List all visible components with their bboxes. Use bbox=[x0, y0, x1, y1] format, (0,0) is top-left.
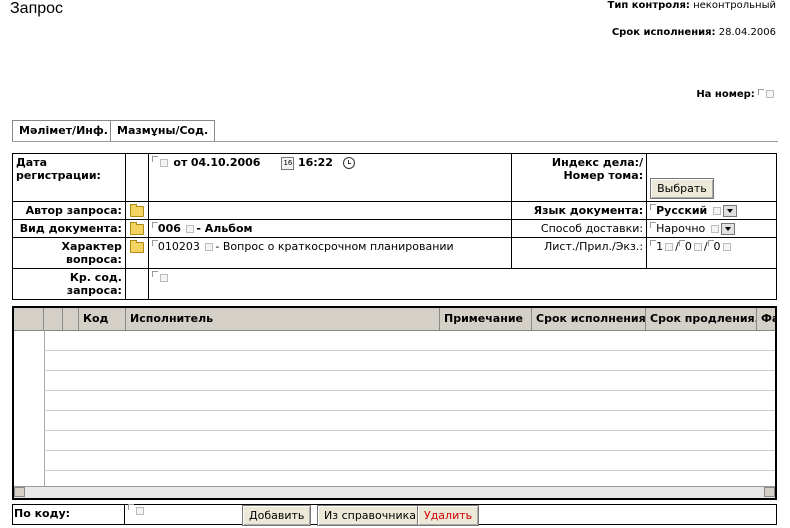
doc-lang-marker bbox=[712, 207, 721, 215]
deadline-value: 28.04.2006 bbox=[718, 27, 776, 38]
field-marker-icon bbox=[707, 240, 714, 248]
grid-col-blank bbox=[63, 308, 79, 330]
field-marker-icon bbox=[758, 89, 764, 97]
delivery-label: Способ доставки: bbox=[511, 219, 648, 238]
question-code[interactable]: 010203 bbox=[158, 240, 200, 253]
field-marker-icon bbox=[151, 240, 158, 248]
reg-date-value[interactable]: 04.10.2006 bbox=[191, 156, 261, 169]
tab-content[interactable]: Мазмұны/Сод. bbox=[110, 120, 216, 141]
sheets-v3[interactable]: 0 bbox=[714, 240, 721, 253]
row-divider bbox=[44, 450, 775, 451]
question-name: - Вопрос о краткосрочном планировании bbox=[215, 240, 454, 253]
delivery-value[interactable]: Нарочно bbox=[656, 222, 705, 235]
tab-divider bbox=[12, 141, 778, 142]
folder-icon[interactable] bbox=[129, 221, 144, 235]
summary-label: Кр. сод. запроса: bbox=[12, 268, 126, 300]
number-input[interactable] bbox=[766, 90, 774, 98]
doc-type-label: Вид документа: bbox=[12, 219, 126, 238]
delivery-marker bbox=[710, 225, 719, 233]
summary-marker bbox=[159, 274, 168, 282]
scroll-left-icon[interactable] bbox=[14, 487, 25, 497]
bottom-bar: По коду: Добавить Из справочника Удалить bbox=[12, 504, 777, 526]
grid-col-deadline[interactable]: Срок исполнения bbox=[532, 308, 646, 330]
by-code-input[interactable] bbox=[128, 504, 146, 517]
question-label: Характер вопроса: bbox=[12, 237, 126, 269]
number-label: На номер: bbox=[696, 89, 755, 100]
doc-lang-value[interactable]: Русский bbox=[656, 204, 707, 217]
doc-type-cell: 006 - Альбом bbox=[147, 219, 513, 238]
author-value[interactable] bbox=[147, 201, 513, 220]
grid-col-executor[interactable]: Исполнитель bbox=[126, 308, 440, 330]
chevron-down-icon[interactable] bbox=[720, 223, 735, 235]
control-type-value: неконтрольный bbox=[693, 0, 776, 11]
sheets-v2[interactable]: 0 bbox=[685, 240, 692, 253]
horizontal-scrollbar[interactable] bbox=[14, 486, 775, 498]
grid-col-extension[interactable]: Срок продления. bbox=[646, 308, 757, 330]
grid-col-note[interactable]: Примечание bbox=[440, 308, 532, 330]
folder-icon[interactable] bbox=[129, 203, 144, 217]
grid-col-blank bbox=[44, 308, 63, 330]
reg-date-cell: от 04.10.2006 16 16:22 bbox=[147, 153, 513, 202]
question-cell: 010203 - Вопрос о краткосрочном планиров… bbox=[147, 237, 513, 269]
clock-icon[interactable] bbox=[343, 157, 356, 169]
calendar-icon[interactable]: 16 bbox=[281, 156, 295, 170]
row-divider bbox=[44, 370, 775, 371]
control-type: Тип контроля: неконтрольный bbox=[608, 0, 776, 11]
sheets-label: Лист./Прил./Экз.: bbox=[511, 237, 648, 269]
executors-grid: Код Исполнитель Примечание Срок исполнен… bbox=[12, 306, 777, 500]
case-index-cell: Выбрать bbox=[646, 153, 777, 202]
grid-corner bbox=[14, 308, 44, 330]
field-marker-icon bbox=[151, 271, 158, 279]
field-marker-icon bbox=[650, 222, 657, 230]
field-marker-icon bbox=[650, 204, 657, 212]
number-field: На номер: bbox=[696, 89, 776, 100]
row-divider bbox=[44, 350, 775, 351]
page-title: Запрос bbox=[10, 0, 64, 17]
reg-date-marker bbox=[159, 159, 168, 167]
grid-col-code[interactable]: Код bbox=[79, 308, 126, 330]
field-marker-icon bbox=[151, 222, 158, 230]
tab-info[interactable]: Мәлімет/Инф. bbox=[12, 120, 115, 141]
delete-button[interactable]: Удалить bbox=[417, 505, 480, 526]
folder-icon[interactable] bbox=[129, 239, 144, 253]
field-marker-icon bbox=[128, 504, 134, 512]
reg-date-prefix: от bbox=[173, 156, 188, 169]
reg-time-value[interactable]: 16:22 bbox=[298, 156, 333, 169]
sheets-v1[interactable]: 1 bbox=[656, 240, 663, 253]
scroll-right-icon[interactable] bbox=[764, 487, 775, 497]
field-marker-icon bbox=[650, 240, 657, 248]
row-gutter bbox=[14, 330, 45, 486]
row-divider bbox=[44, 430, 775, 431]
author-label: Автор запроса: bbox=[12, 201, 126, 220]
field-marker-icon bbox=[151, 156, 158, 164]
grid-col-fa[interactable]: Фа bbox=[757, 308, 775, 330]
reg-date-label: Дата регистрации: bbox=[12, 153, 126, 202]
doc-lang-cell: Русский bbox=[646, 201, 777, 220]
add-button[interactable]: Добавить bbox=[242, 505, 312, 526]
doc-type-marker bbox=[186, 225, 195, 233]
field-marker-icon bbox=[678, 240, 685, 248]
delivery-cell: Нарочно bbox=[646, 219, 777, 238]
deadline-label: Срок исполнения: bbox=[611, 27, 716, 38]
row-divider bbox=[44, 390, 775, 391]
doc-type-name: - Альбом bbox=[196, 222, 253, 235]
sheets-cell: 1/0/0 bbox=[646, 237, 777, 269]
summary-cell[interactable] bbox=[147, 268, 778, 300]
from-dictionary-button[interactable]: Из справочника bbox=[317, 505, 423, 526]
request-form: Дата регистрации: от 04.10.2006 16 16:22… bbox=[12, 153, 778, 300]
doc-lang-label: Язык документа: bbox=[511, 201, 648, 220]
row-divider bbox=[44, 410, 775, 411]
doc-type-code[interactable]: 006 bbox=[158, 222, 181, 235]
choose-button[interactable]: Выбрать bbox=[650, 178, 714, 199]
case-index-label: Индекс дела:/Номер тома: bbox=[511, 153, 648, 202]
chevron-down-icon[interactable] bbox=[722, 205, 737, 217]
question-marker bbox=[205, 243, 214, 251]
grid-header: Код Исполнитель Примечание Срок исполнен… bbox=[14, 308, 775, 331]
deadline: Срок исполнения: 28.04.2006 bbox=[612, 27, 776, 38]
row-divider bbox=[44, 470, 775, 471]
control-type-label: Тип контроля: bbox=[607, 0, 690, 11]
by-code-label: По коду: bbox=[12, 504, 125, 525]
